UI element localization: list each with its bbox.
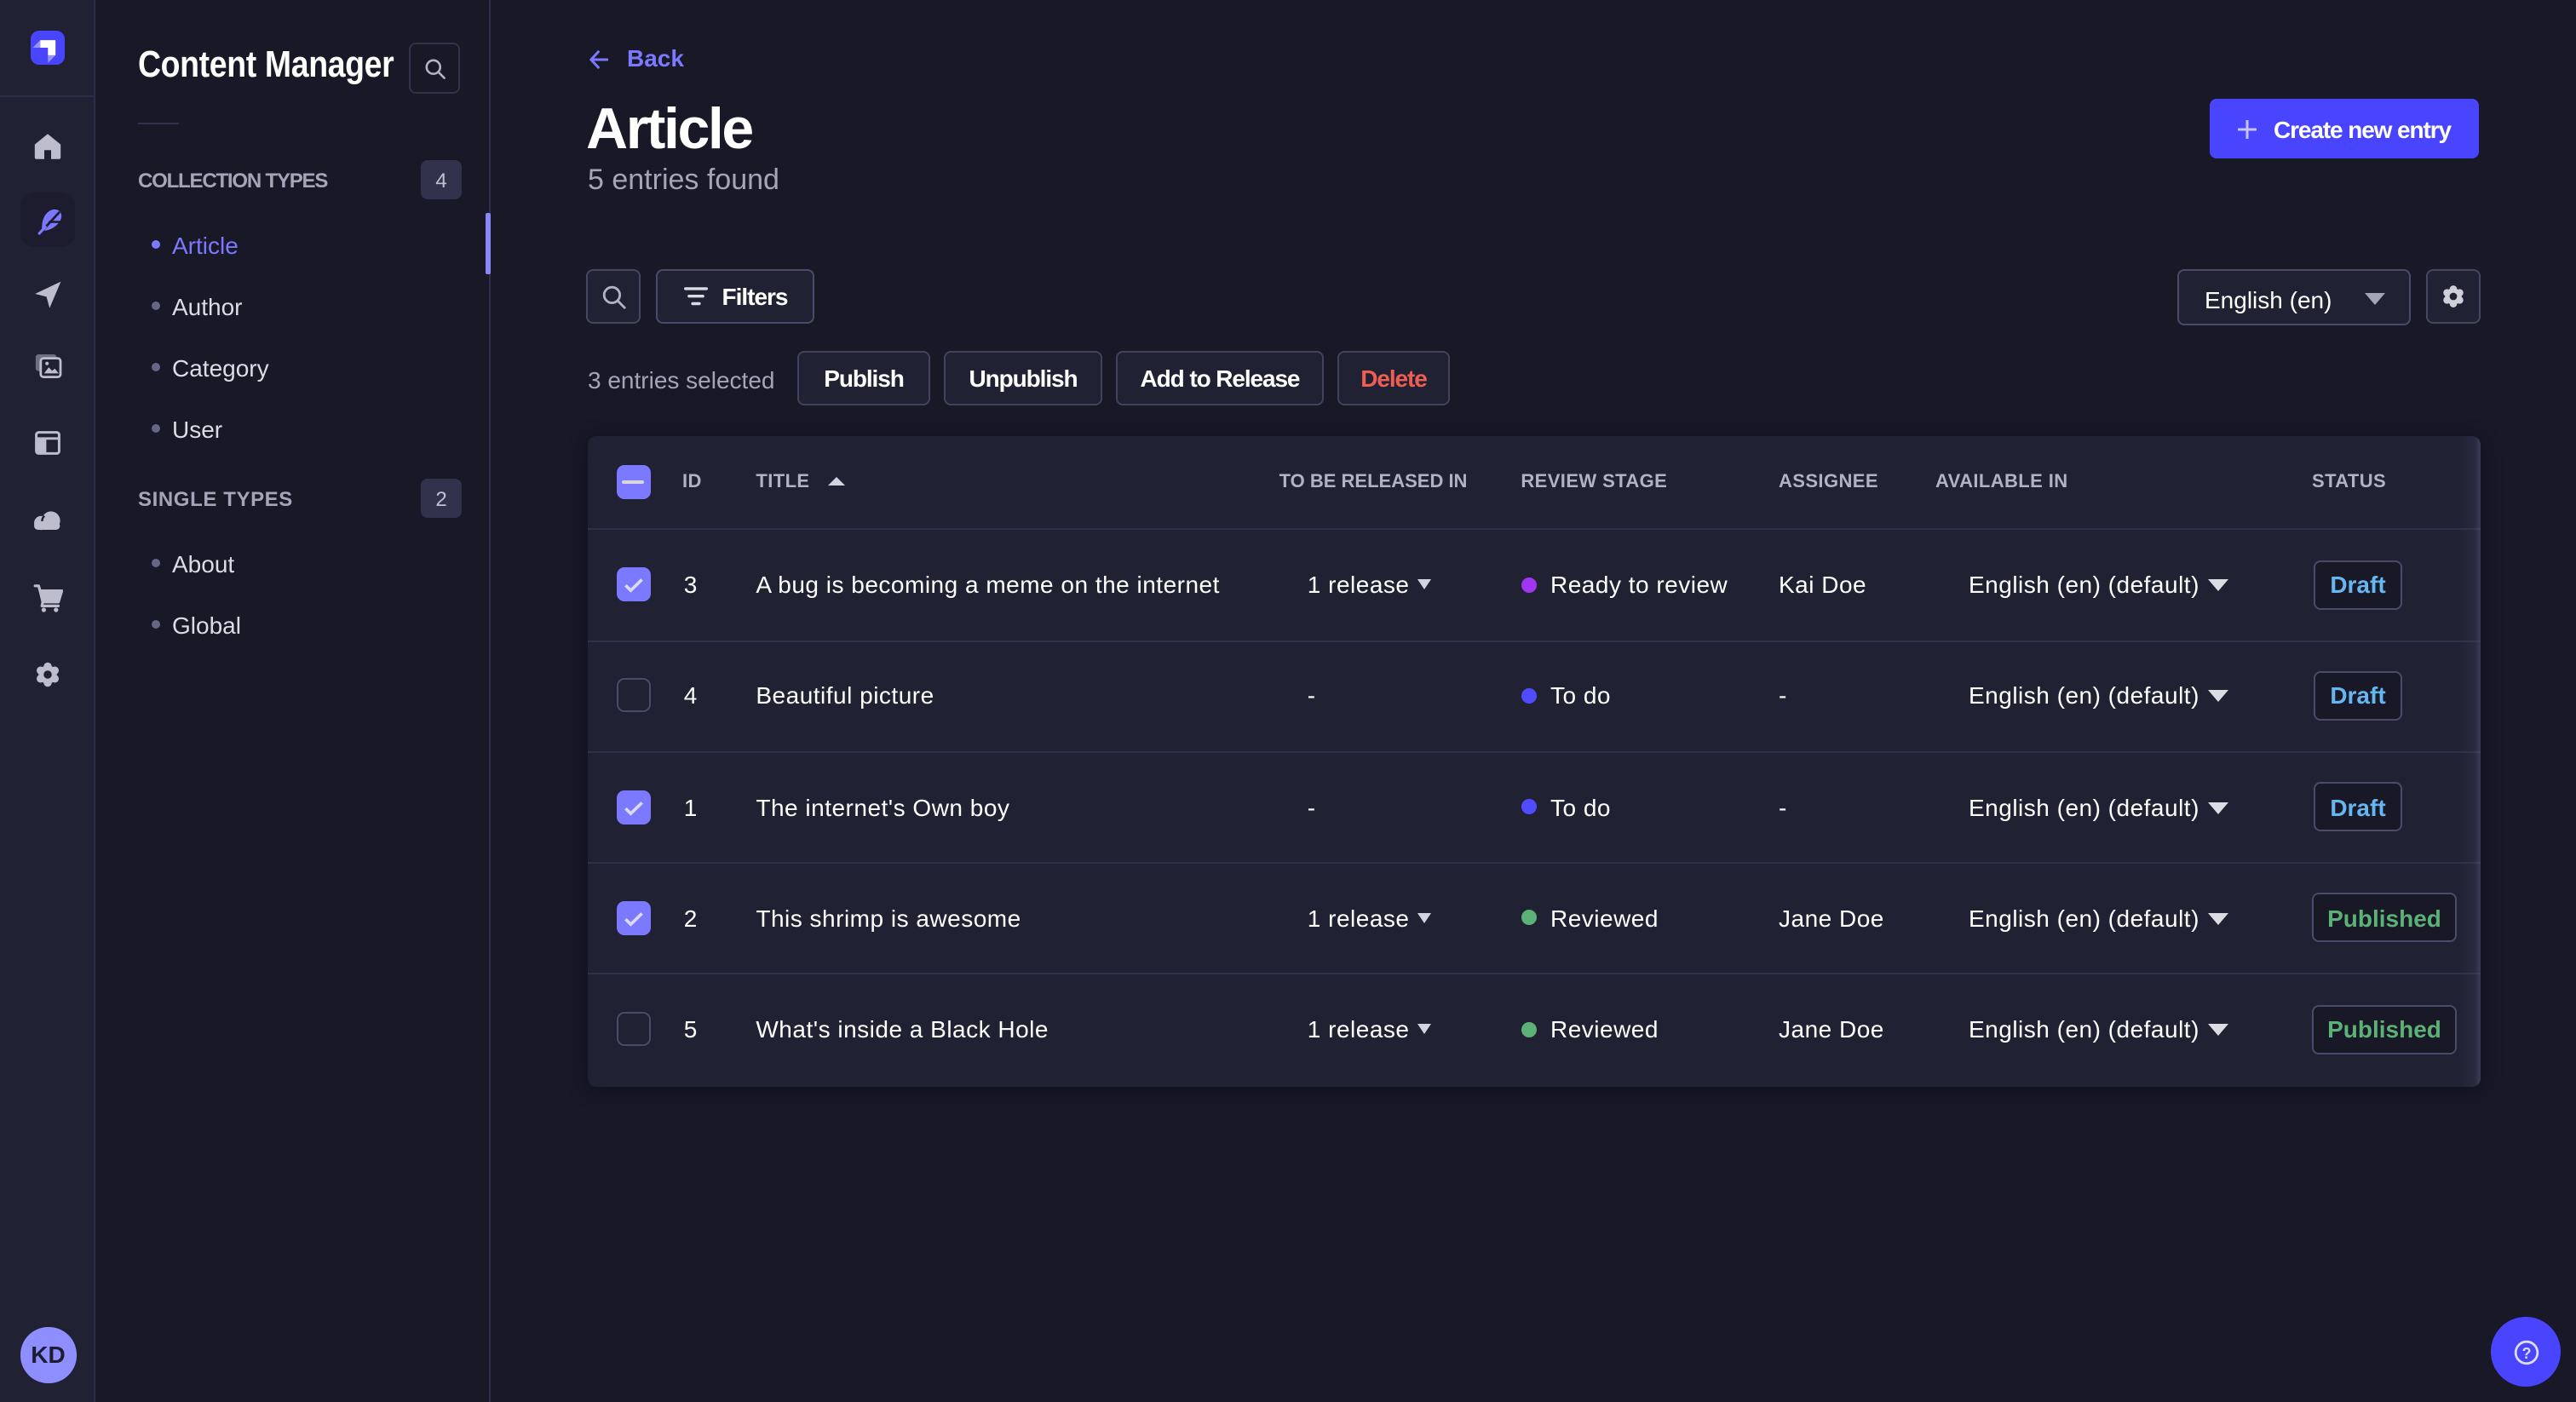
svg-text:?: ? — [2521, 1344, 2531, 1361]
